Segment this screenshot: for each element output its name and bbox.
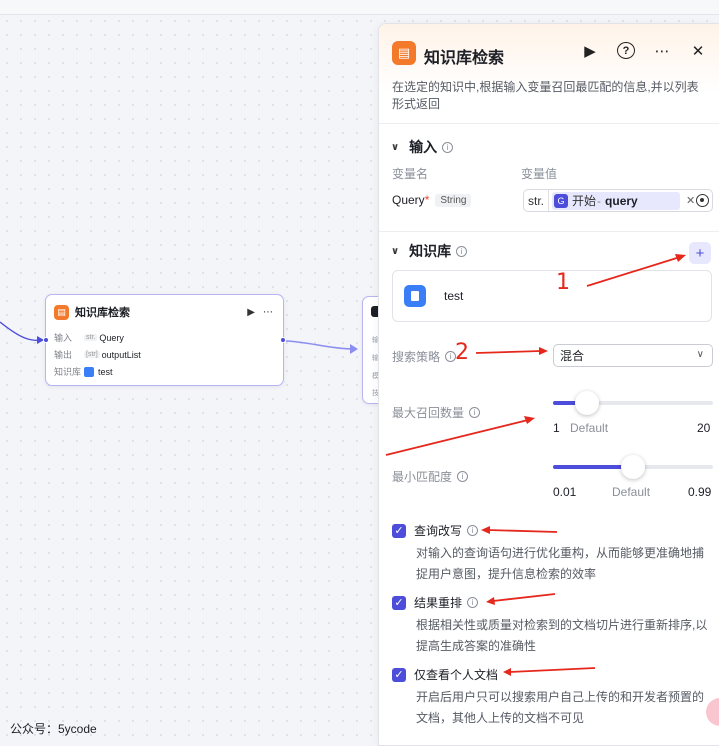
ref-source: 开始 [572, 194, 597, 208]
watermark-text: 公众号：5ycode [10, 722, 97, 736]
min-match-default: Default [612, 485, 651, 499]
personal-docs-option[interactable]: ✓ 仅查看个人文档 [392, 666, 498, 683]
node-row-value: test [98, 366, 113, 377]
document-icon [404, 285, 426, 307]
query-rewrite-checkbox[interactable]: ✓ [392, 523, 406, 538]
search-strategy-select[interactable]: 混合 ∨ [553, 344, 713, 367]
edge-incoming [0, 321, 45, 342]
node-row-value: outputList [101, 349, 141, 360]
chevron-down-icon[interactable]: ∨ [391, 246, 399, 257]
node-row-tag: [str] [84, 351, 100, 358]
option-description: 对输入的查询语句进行优化重构，从而能够更准确地捕捉用户意图，提升信息检索的效率 [416, 546, 705, 581]
min-match-max: 0.99 [688, 485, 712, 499]
node-row-output: 输出 [str] outputList [46, 346, 283, 363]
chevron-down-icon[interactable]: ∨ [391, 142, 399, 153]
var-value-column-label: 变量值 [521, 167, 558, 181]
max-recall-label: 最大召回数量 [392, 406, 465, 420]
node-row-input: 输入 str. Query [46, 329, 283, 346]
more-icon[interactable]: ⋯ [653, 42, 671, 60]
section-divider [379, 231, 719, 232]
info-icon[interactable]: i [442, 141, 454, 153]
help-icon[interactable]: ? [617, 42, 635, 59]
node-input-port[interactable] [43, 337, 49, 343]
min-match-slider[interactable] [553, 455, 713, 479]
option-description: 根据相关性或质量对检索到的文档切片进行重新排序,以提高生成答案的准确性 [416, 618, 708, 653]
kb-section-title: 知识库 [409, 243, 452, 259]
document-icon [84, 366, 94, 377]
kb-name: test [444, 289, 464, 303]
panel-header: ▤ 知识库检索 ▶ ? ⋯ ✕ 在选定的知识中,根据输入变量召回最匹配的信息,并… [379, 24, 719, 124]
query-variable-row: Query * String [392, 193, 472, 207]
max-recall-default: Default [570, 421, 609, 435]
knowledge-base-card[interactable]: test [392, 270, 712, 322]
personal-docs-checkbox[interactable]: ✓ [392, 667, 406, 682]
variable-picker-icon[interactable] [696, 194, 709, 207]
variable-reference-chip[interactable]: G 开始 - query [552, 191, 681, 210]
knowledge-retrieval-node[interactable]: ▤ 知识库检索 ▶ ⋯ 输入 str. Query 输出 [str] outpu… [43, 294, 286, 386]
edge-outgoing [285, 340, 357, 350]
search-strategy-label: 搜索策略 [392, 350, 441, 364]
node-row-tag: str. [84, 334, 98, 341]
panel-title: 知识库检索 [424, 50, 505, 67]
max-recall-max: 20 [697, 421, 711, 435]
search-strategy-label-row: 搜索策略 i [392, 348, 457, 365]
variable-name: Query [392, 193, 425, 207]
annotation-number: 1 [556, 270, 570, 295]
slider-thumb[interactable] [574, 391, 599, 415]
min-match-min: 0.01 [553, 485, 577, 499]
min-match-label: 最小匹配度 [392, 470, 453, 484]
node-more-icon[interactable]: ⋯ [263, 307, 273, 318]
add-knowledge-button[interactable]: + [689, 242, 711, 264]
var-name-column-label: 变量名 [392, 167, 429, 181]
node-title: 知识库检索 [75, 307, 130, 319]
info-icon[interactable]: i [469, 407, 481, 418]
node-row-key: 输入 [54, 333, 73, 343]
required-mark: * [424, 193, 430, 207]
max-recall-slider[interactable] [553, 391, 713, 415]
result-rerank-option[interactable]: ✓ 结果重排 i [392, 594, 479, 611]
result-rerank-checkbox[interactable]: ✓ [392, 595, 406, 610]
knowledge-node-logo-icon: ▤ [54, 304, 69, 320]
slider-thumb[interactable] [621, 455, 645, 479]
min-match-label-row: 最小匹配度 i [392, 468, 469, 485]
info-icon[interactable]: i [456, 245, 468, 257]
variable-value-field[interactable]: str. G 开始 - query ✕ [523, 189, 713, 212]
option-description: 开启后用户只可以搜索用户自己上传的和开发者预置的文档，其他人上传的文档不可见 [416, 690, 705, 725]
node-row-value: Query [99, 332, 124, 343]
option-label: 结果重排 [414, 596, 463, 610]
node-row-key: 知识库 [54, 367, 82, 377]
info-icon[interactable]: i [467, 525, 479, 536]
node-row-knowledge: 知识库 test [46, 363, 283, 380]
close-icon[interactable]: ✕ [689, 42, 707, 60]
node-config-panel: ▤ 知识库检索 ▶ ? ⋯ ✕ 在选定的知识中,根据输入变量召回最匹配的信息,并… [378, 23, 719, 746]
value-type-select[interactable]: str. [524, 190, 550, 211]
knowledge-node-logo-icon: ▤ [392, 41, 416, 65]
run-icon[interactable]: ▶ [581, 42, 599, 60]
clear-reference-icon[interactable]: ✕ [686, 194, 695, 207]
panel-description: 在选定的知识中,根据输入变量召回最匹配的信息,并以列表形式返回 [392, 80, 699, 111]
ref-separator: - [597, 193, 602, 208]
top-toolbar [0, 0, 719, 15]
edge-outgoing-arrowhead [350, 344, 358, 354]
input-section-header[interactable]: ∨ 输入 i [391, 137, 709, 157]
option-label: 查询改写 [414, 524, 463, 538]
info-icon[interactable]: i [457, 471, 469, 482]
variable-type-badge: String [435, 193, 472, 207]
chevron-down-icon: ∨ [696, 349, 704, 360]
node-row-key: 输出 [54, 350, 73, 360]
input-section-title: 输入 [409, 139, 438, 155]
annotation-number: 2 [455, 340, 469, 365]
max-recall-label-row: 最大召回数量 i [392, 404, 481, 421]
query-rewrite-option[interactable]: ✓ 查询改写 i [392, 522, 479, 539]
max-recall-min: 1 [553, 421, 560, 435]
ref-variable: query [605, 193, 638, 208]
kb-section-header[interactable]: ∨ 知识库 i [391, 241, 709, 261]
node-run-icon[interactable]: ▶ [247, 307, 255, 318]
node-output-port[interactable] [280, 337, 286, 343]
start-node-icon: G [554, 193, 569, 208]
info-icon[interactable]: i [467, 597, 479, 608]
option-label: 仅查看个人文档 [414, 668, 499, 682]
search-strategy-value: 混合 [560, 349, 585, 363]
